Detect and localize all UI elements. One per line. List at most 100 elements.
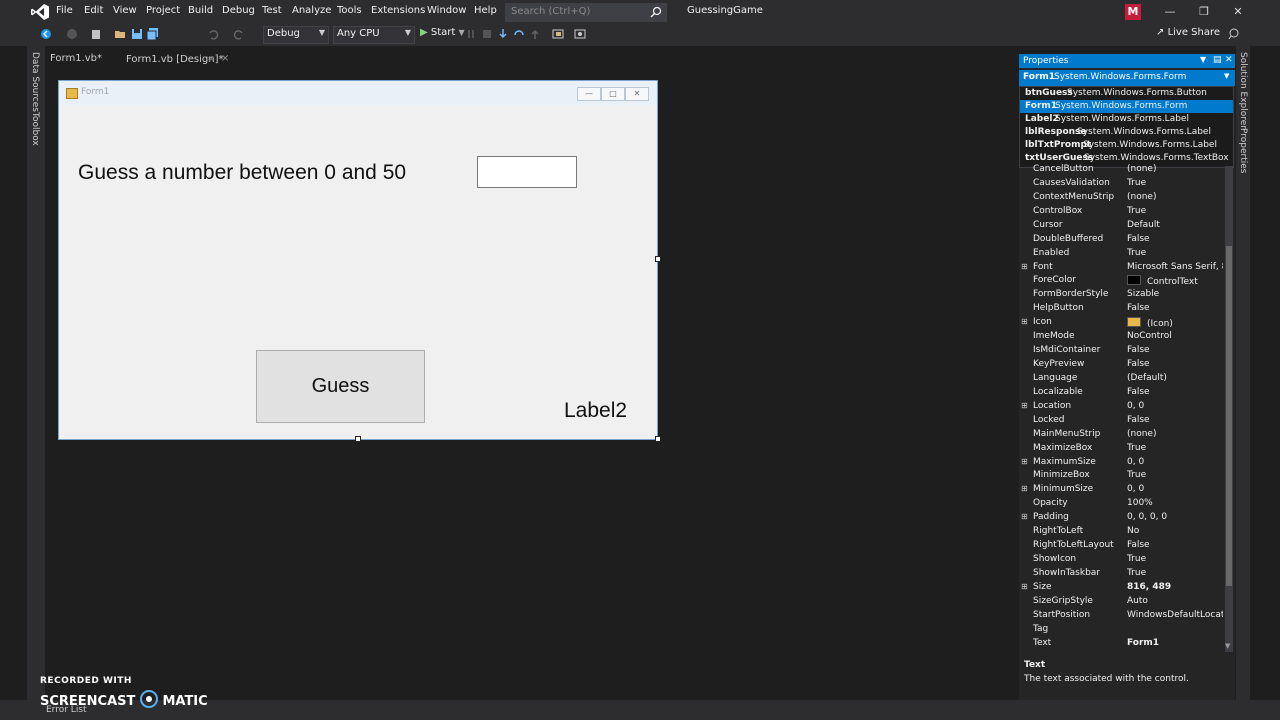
- property-row[interactable]: IsMdiContainer False: [1019, 344, 1224, 358]
- navigate-forward-icon[interactable]: [66, 28, 78, 40]
- property-row[interactable]: Cursor Default: [1019, 219, 1224, 233]
- property-value[interactable]: False: [1127, 345, 1223, 355]
- property-value[interactable]: True: [1127, 178, 1223, 188]
- property-row[interactable]: Localizable False: [1019, 386, 1224, 400]
- step-out-icon[interactable]: [529, 28, 541, 40]
- expand-icon[interactable]: ⊞: [1021, 582, 1028, 591]
- property-value[interactable]: (none): [1127, 429, 1223, 439]
- property-value[interactable]: 0, 0: [1127, 457, 1223, 467]
- object-selector[interactable]: Form1 System.Windows.Forms.Form ▼: [1019, 70, 1235, 86]
- menu-project[interactable]: Project: [146, 5, 180, 16]
- dropdown-item-btnguess[interactable]: btnGuess System.Windows.Forms.Button: [1020, 87, 1233, 100]
- property-value[interactable]: False: [1127, 415, 1223, 425]
- property-row[interactable]: SizeGripStyle Auto: [1019, 595, 1224, 609]
- property-value[interactable]: 0, 0: [1127, 401, 1223, 411]
- user-avatar[interactable]: M: [1125, 4, 1141, 20]
- solution-explorer-tab[interactable]: Solution Explorer: [1238, 52, 1248, 129]
- scroll-down-icon[interactable]: ▼: [1225, 642, 1230, 650]
- property-row[interactable]: ContextMenuStrip (none): [1019, 191, 1224, 205]
- property-row[interactable]: ForeColor ControlText: [1019, 274, 1224, 288]
- guess-button[interactable]: Guess: [256, 350, 425, 423]
- property-row[interactable]: Tag: [1019, 623, 1224, 637]
- menu-extensions[interactable]: Extensions: [371, 5, 425, 16]
- prompt-label[interactable]: Guess a number between 0 and 50: [78, 161, 406, 185]
- expand-icon[interactable]: ⊞: [1021, 484, 1028, 493]
- step-into-icon[interactable]: [497, 28, 509, 40]
- property-row[interactable]: StartPosition WindowsDefaultLocation: [1019, 609, 1224, 623]
- dropdown-item-lblresponse[interactable]: lblResponse System.Windows.Forms.Label: [1020, 126, 1233, 139]
- tab-form1-code[interactable]: Form1.vb*: [50, 53, 102, 69]
- dropdown-item-label2[interactable]: Label2 System.Windows.Forms.Label: [1020, 113, 1233, 126]
- expand-icon[interactable]: ⊞: [1021, 317, 1028, 326]
- dropdown-item-lbltxtprompt[interactable]: lblTxtPrompt System.Windows.Forms.Label: [1020, 139, 1233, 152]
- property-value[interactable]: (none): [1127, 192, 1223, 202]
- property-value[interactable]: True: [1127, 568, 1223, 578]
- property-grid-scrollbar[interactable]: [1225, 166, 1233, 652]
- property-row[interactable]: CancelButton (none): [1019, 163, 1224, 177]
- property-value[interactable]: No: [1127, 526, 1223, 536]
- property-value[interactable]: False: [1127, 387, 1223, 397]
- stop-icon[interactable]: [481, 28, 493, 40]
- menu-file[interactable]: File: [56, 5, 73, 16]
- solution-platform-select[interactable]: Any CPU ▼: [333, 26, 415, 44]
- property-row[interactable]: ⊞ Location 0, 0: [1019, 400, 1224, 414]
- step-over-icon[interactable]: [513, 28, 525, 40]
- menu-build[interactable]: Build: [188, 5, 213, 16]
- property-row[interactable]: ⊞ Font Microsoft Sans Serif, 8.25: [1019, 261, 1224, 275]
- property-row[interactable]: Text Form1: [1019, 637, 1224, 651]
- property-value[interactable]: False: [1127, 540, 1223, 550]
- solution-configuration-select[interactable]: Debug ▼: [263, 26, 329, 44]
- start-debugging-button[interactable]: ▶ Start ▼: [420, 27, 465, 38]
- menu-tools[interactable]: Tools: [337, 5, 362, 16]
- pause-icon[interactable]: [465, 28, 477, 40]
- property-row[interactable]: HelpButton False: [1019, 302, 1224, 316]
- property-value[interactable]: 816, 489: [1127, 582, 1223, 592]
- menu-edit[interactable]: Edit: [84, 5, 103, 16]
- property-row[interactable]: RightToLeftLayout False: [1019, 539, 1224, 553]
- open-file-icon[interactable]: [114, 28, 126, 40]
- property-row[interactable]: Enabled True: [1019, 247, 1224, 261]
- property-value[interactable]: Default: [1127, 220, 1223, 230]
- close-icon[interactable]: ✕: [1224, 3, 1252, 21]
- property-value[interactable]: False: [1127, 303, 1223, 313]
- property-value[interactable]: True: [1127, 470, 1223, 480]
- menu-test[interactable]: Test: [262, 5, 282, 16]
- property-row[interactable]: ⊞ Size 816, 489: [1019, 581, 1224, 595]
- properties-tab[interactable]: Properties: [1238, 128, 1248, 173]
- feedback-icon[interactable]: [1228, 28, 1240, 40]
- property-value[interactable]: (none): [1127, 164, 1223, 174]
- menu-window[interactable]: Window: [427, 5, 466, 16]
- property-row[interactable]: CausesValidation True: [1019, 177, 1224, 191]
- scrollbar-thumb[interactable]: [1226, 246, 1232, 586]
- property-row[interactable]: ShowIcon True: [1019, 553, 1224, 567]
- menu-analyze[interactable]: Analyze: [292, 5, 331, 16]
- property-row[interactable]: MinimizeBox True: [1019, 469, 1224, 483]
- property-value[interactable]: Microsoft Sans Serif, 8.25: [1127, 262, 1223, 272]
- minimize-icon[interactable]: —: [1156, 3, 1184, 21]
- property-value[interactable]: Auto: [1127, 596, 1223, 606]
- tab-form1-design[interactable]: Form1.vb [Design]* ≠ ×: [117, 53, 231, 69]
- menu-debug[interactable]: Debug: [222, 5, 255, 16]
- redo-icon[interactable]: [233, 28, 245, 40]
- pin-icon[interactable]: ≠: [207, 54, 215, 65]
- property-row[interactable]: Locked False: [1019, 414, 1224, 428]
- expand-icon[interactable]: ⊞: [1021, 262, 1028, 271]
- menu-view[interactable]: View: [113, 5, 137, 16]
- resize-handle-corner[interactable]: [655, 436, 661, 442]
- property-value[interactable]: False: [1127, 359, 1223, 369]
- property-value[interactable]: 0, 0, 0, 0: [1127, 512, 1223, 522]
- property-value[interactable]: WindowsDefaultLocation: [1127, 610, 1223, 620]
- property-row[interactable]: FormBorderStyle Sizable: [1019, 288, 1224, 302]
- menu-help[interactable]: Help: [474, 5, 497, 16]
- property-value[interactable]: 100%: [1127, 498, 1223, 508]
- close-icon[interactable]: ✕: [1225, 55, 1233, 65]
- property-row[interactable]: ⊞ Icon (Icon): [1019, 316, 1224, 330]
- capture-icon[interactable]: [574, 28, 586, 40]
- expand-icon[interactable]: ⊞: [1021, 457, 1028, 466]
- undo-icon[interactable]: [207, 28, 219, 40]
- property-row[interactable]: MaximizeBox True: [1019, 442, 1224, 456]
- property-row[interactable]: ⊞ MinimumSize 0, 0: [1019, 483, 1224, 497]
- property-row[interactable]: Opacity 100%: [1019, 497, 1224, 511]
- save-all-icon[interactable]: [147, 28, 159, 40]
- label2[interactable]: Label2: [564, 399, 627, 423]
